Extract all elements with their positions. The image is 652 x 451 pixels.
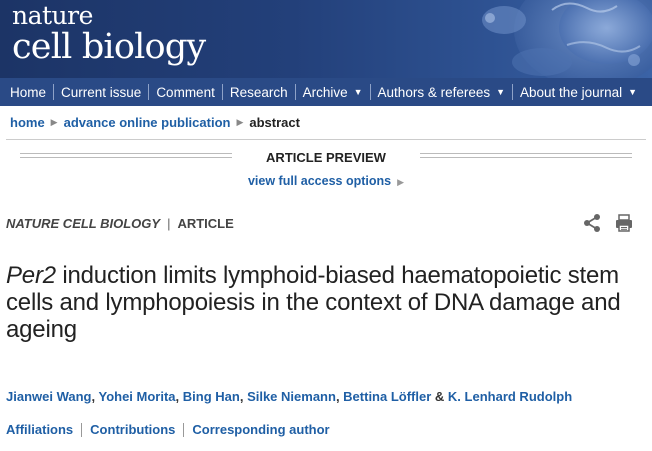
breadcrumb: home ▶ advance online publication ▶ abst… — [10, 115, 300, 130]
logo-line-cell-biology: cell biology — [12, 27, 206, 67]
author-link[interactable]: Silke Niemann — [247, 389, 336, 404]
nav-authors-referees[interactable]: Authors & referees ▼ — [378, 85, 505, 100]
breadcrumb-current: abstract — [249, 115, 300, 130]
article-info-links: Affiliations Contributions Corresponding… — [6, 422, 330, 437]
nav-home-label: Home — [10, 84, 47, 100]
chevron-down-icon: ▼ — [353, 87, 363, 97]
nav-divider — [221, 84, 223, 100]
chevron-down-icon: ▼ — [628, 87, 638, 97]
nav-research[interactable]: Research — [230, 85, 288, 100]
divider — [420, 153, 632, 158]
journal-logo[interactable]: nature cell biology — [12, 1, 206, 67]
chevron-right-icon: ▶ — [50, 117, 58, 127]
title-gene-name: Per2 — [6, 262, 56, 289]
nav-divider — [369, 84, 371, 100]
chevron-down-icon: ▼ — [496, 87, 506, 97]
cell-illustration — [482, 0, 652, 78]
separator: | — [167, 216, 171, 231]
full-access-options-label: view full access options — [247, 174, 392, 188]
author-link[interactable]: Jianwei Wang — [6, 389, 91, 404]
nav-comment[interactable]: Comment — [156, 85, 215, 100]
share-icon[interactable] — [582, 213, 602, 233]
nav-comment-label: Comment — [156, 84, 215, 100]
breadcrumb-aop[interactable]: advance online publication — [64, 115, 231, 130]
article-type: ARTICLE — [177, 216, 234, 231]
breadcrumb-home[interactable]: home — [10, 115, 45, 130]
nav-divider — [512, 84, 514, 100]
nav-divider — [294, 84, 296, 100]
nav-divider — [148, 84, 150, 100]
nav-about-journal-label: About the journal — [520, 84, 623, 100]
divider — [6, 139, 646, 140]
nav-current-issue-label: Current issue — [61, 84, 142, 100]
nav-current-issue[interactable]: Current issue — [61, 85, 141, 100]
nav-divider — [53, 84, 55, 100]
logo-line-nature: nature — [12, 1, 93, 30]
full-access-options-link[interactable]: view full access options ▶ — [0, 174, 652, 188]
author-separator-last: & — [431, 389, 448, 404]
chevron-right-icon: ▶ — [397, 177, 405, 187]
nav-archive-label: Archive — [302, 84, 348, 100]
article-tools — [582, 213, 634, 233]
link-divider — [183, 422, 185, 437]
author-separator: , — [239, 389, 248, 404]
nav-archive[interactable]: Archive ▼ — [303, 85, 363, 100]
author-separator: , — [175, 389, 183, 404]
nav-research-label: Research — [229, 84, 288, 100]
journal-article-type: NATURE CELL BIOLOGY | ARTICLE — [6, 216, 234, 231]
nav-about-journal[interactable]: About the journal ▼ — [520, 85, 637, 100]
chevron-right-icon: ▶ — [236, 117, 244, 127]
nav-home[interactable]: Home — [10, 85, 46, 100]
contributions-link[interactable]: Contributions — [90, 422, 175, 437]
link-divider — [81, 422, 83, 437]
author-link[interactable]: K. Lenhard Rudolph — [448, 389, 572, 404]
journal-header: nature cell biology — [0, 0, 652, 78]
nav-authors-referees-label: Authors & referees — [377, 84, 491, 100]
author-link[interactable]: Yohei Morita — [98, 389, 175, 404]
author-link[interactable]: Bing Han — [183, 389, 240, 404]
title-text: induction limits lymphoid-biased haemato… — [6, 262, 621, 343]
article-preview-header: ARTICLE PREVIEW — [20, 150, 632, 166]
corresponding-author-link[interactable]: Corresponding author — [192, 422, 329, 437]
author-link[interactable]: Bettina Löffler — [343, 389, 431, 404]
affiliations-link[interactable]: Affiliations — [6, 422, 73, 437]
author-list: Jianwei Wang, Yohei Morita, Bing Han, Si… — [6, 389, 572, 404]
article-title: Per2 induction limits lymphoid-biased ha… — [6, 262, 642, 343]
print-icon[interactable] — [614, 213, 634, 233]
main-nav: Home Current issue Comment Research Arch… — [0, 78, 652, 106]
journal-name: NATURE CELL BIOLOGY — [6, 216, 161, 231]
